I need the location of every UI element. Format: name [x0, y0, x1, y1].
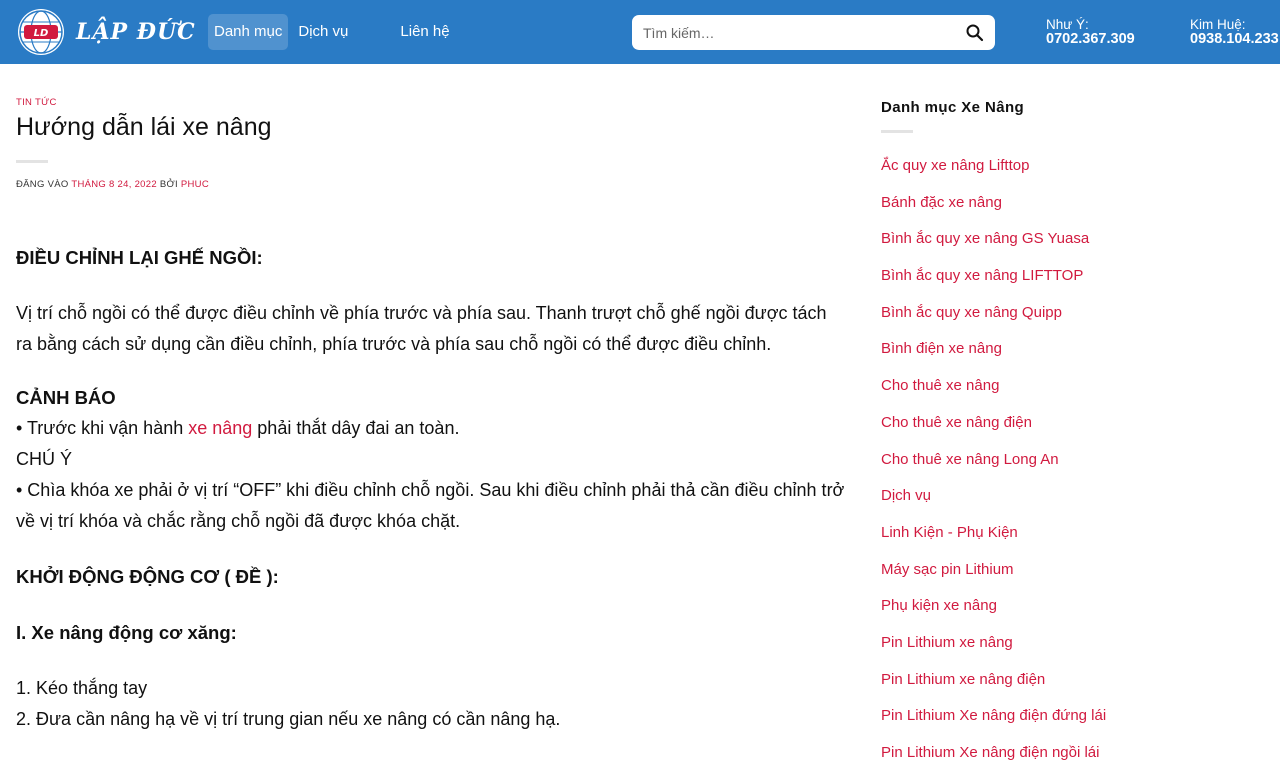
sidebar-item[interactable]: Cho thuê xe nâng điện [881, 411, 1106, 448]
by-label: BỞI [159, 179, 178, 190]
sidebar-item[interactable]: Cho thuê xe nâng [881, 374, 1106, 411]
sidebar-item[interactable]: Bình ắc quy xe nâng LIFTTOP [881, 264, 1106, 301]
warning-text-post: phải thắt dây đai an toàn. [252, 418, 460, 438]
search-icon[interactable] [965, 23, 985, 43]
section-heading: KHỞI ĐỘNG ĐỘNG CƠ ( ĐỀ ): [16, 566, 279, 587]
paragraph: Vị trí chỗ ngồi có thể được điều chỉnh v… [16, 303, 827, 354]
section-heading: ĐIỀU CHỈNH LẠI GHẾ NGỒI: [16, 247, 263, 268]
note-heading: CHÚ Ý [16, 449, 73, 469]
nav-item-dich-vu[interactable]: Dịch vụ [292, 14, 354, 50]
sidebar-item[interactable]: Cho thuê xe nâng Long An [881, 448, 1106, 485]
site-logo[interactable]: LD LẬP ĐỨC [16, 8, 196, 56]
sidebar-item[interactable]: Bình điện xe nâng [881, 337, 1106, 374]
nav-item-lien-he[interactable]: Liên hệ [394, 14, 455, 50]
category-list: Ắc quy xe nâng Lifttop Bánh đặc xe nâng … [881, 154, 1106, 768]
sidebar-item[interactable]: Ắc quy xe nâng Lifttop [881, 154, 1106, 191]
author-link[interactable]: PHUC [181, 179, 209, 190]
globe-logo-icon: LD [18, 9, 64, 55]
xe-nang-link[interactable]: xe nâng [188, 418, 252, 438]
search-box [632, 15, 995, 50]
sidebar-title: Danh mục Xe Nâng [881, 99, 1025, 116]
list-item: 2. Đưa cần nâng hạ về vị trí trung gian … [16, 709, 561, 729]
main-nav: Danh mục Dịch vụ Liên hệ [208, 14, 456, 50]
logo-badge-text: LD [34, 28, 49, 39]
subsection-heading: I. Xe nâng động cơ xăng: [16, 622, 237, 643]
logo-text: LẬP ĐỨC [76, 19, 196, 45]
contact-phone: 0702.367.309 [1046, 31, 1135, 47]
search-input[interactable] [632, 15, 952, 50]
sidebar-item[interactable]: Bình ắc quy xe nâng Quipp [881, 301, 1106, 338]
sidebar-divider [881, 130, 913, 133]
sidebar-item[interactable]: Pin Lithium xe nâng [881, 631, 1106, 668]
warning-heading: CẢNH BÁO [16, 387, 116, 408]
sidebar-item[interactable]: Pin Lithium xe nâng điện [881, 668, 1106, 705]
title-divider [16, 160, 48, 163]
contact-name: Như Ý: [1046, 17, 1089, 32]
contact-nhu-y[interactable]: Như Ý: 0702.367.309 [1046, 17, 1135, 47]
site-header: LD LẬP ĐỨC Danh mục Dịch vụ Liên hệ Như … [0, 0, 1280, 64]
page-title: Hướng dẫn lái xe nâng [16, 113, 272, 141]
sidebar-item[interactable]: Pin Lithium Xe nâng điện đứng lái [881, 704, 1106, 741]
contact-kim-hue[interactable]: Kim Huệ: 0938.104.233 [1190, 17, 1279, 47]
post-meta: ĐĂNG VÀO THÁNG 8 24, 2022 BỞI PHUC [16, 179, 209, 190]
sidebar-item[interactable]: Bánh đặc xe nâng [881, 191, 1106, 228]
list-item: 1. Kéo thắng tay [16, 678, 148, 698]
sidebar-item[interactable]: Pin Lithium Xe nâng điện ngồi lái [881, 741, 1106, 768]
warning-text-pre: • Trước khi vận hành [16, 418, 189, 438]
category-label[interactable]: TIN TỨC [16, 97, 57, 108]
sidebar-item[interactable]: Máy sạc pin Lithium [881, 558, 1106, 595]
note-text: • Chìa khóa xe phải ở vị trí “OFF” khi đ… [16, 480, 845, 531]
contact-phone: 0938.104.233 [1190, 31, 1279, 47]
sidebar-item[interactable]: Bình ắc quy xe nâng GS Yuasa [881, 227, 1106, 264]
sidebar-item[interactable]: Phụ kiện xe nâng [881, 594, 1106, 631]
sidebar-item[interactable]: Dịch vụ [881, 484, 1106, 521]
article-content: ĐIỀU CHỈNH LẠI GHẾ NGỒI: Vị trí chỗ ngồi… [16, 242, 846, 735]
warning-text: • Trước khi vận hành xe nâng phải thắt d… [16, 413, 846, 444]
contact-name: Kim Huệ: [1190, 17, 1246, 32]
post-date-link[interactable]: THÁNG 8 24, 2022 [71, 179, 157, 190]
nav-item-danh-muc[interactable]: Danh mục [208, 14, 289, 50]
posted-on-label: ĐĂNG VÀO [16, 179, 69, 190]
sidebar-item[interactable]: Linh Kiện - Phụ Kiện [881, 521, 1106, 558]
